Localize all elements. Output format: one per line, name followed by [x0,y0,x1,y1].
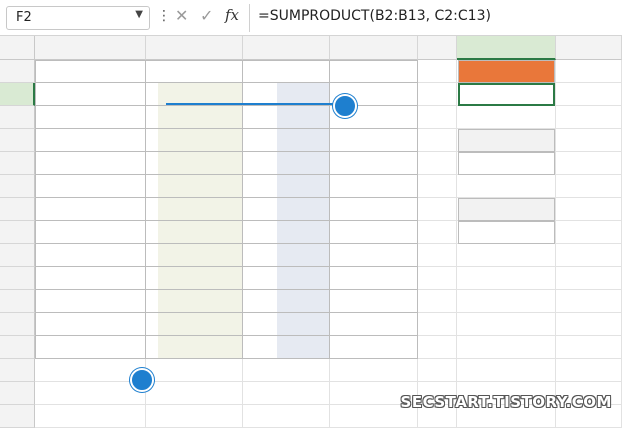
name-box-value: F2 [16,10,32,25]
select-all-corner[interactable] [0,36,35,60]
row-header-9[interactable] [0,244,35,267]
example-label-3[interactable] [458,198,555,221]
table-cell[interactable] [330,336,418,359]
table-cell[interactable] [330,290,418,313]
table-cell[interactable] [146,267,243,290]
table-header-cell[interactable] [330,60,418,83]
gridline [456,60,457,428]
column-header-d[interactable] [330,36,418,60]
table-cell[interactable] [243,313,330,336]
row-header-3[interactable] [0,106,35,129]
enter-icon[interactable]: ✓ [200,6,213,25]
formula-bar: F2 ▼ ⋮ ✕ ✓ fx =SUMPRODUCT(B2:B13, C2:C13… [0,0,622,36]
table-cell[interactable] [35,313,146,336]
row-header-14[interactable] [0,359,35,382]
formula-divider [249,4,250,32]
table-cell[interactable] [330,267,418,290]
row-header-12[interactable] [0,313,35,336]
table-cell[interactable] [35,221,146,244]
row-header-15[interactable] [0,382,35,405]
table-cell[interactable] [330,244,418,267]
row-header-11[interactable] [0,290,35,313]
table-cell[interactable] [35,336,146,359]
table-cell[interactable] [243,152,330,175]
table-cell[interactable] [146,152,243,175]
table-cell[interactable] [146,313,243,336]
table-cell[interactable] [243,198,330,221]
table-cell[interactable] [243,244,330,267]
table-cell[interactable] [146,198,243,221]
example-value-1[interactable] [458,83,555,106]
gridline [35,381,622,382]
table-cell[interactable] [146,221,243,244]
table-cell[interactable] [146,175,243,198]
column-header-f[interactable] [457,36,556,60]
example-label-2[interactable] [458,129,555,152]
example-label-1[interactable] [458,60,555,83]
table-cell[interactable] [35,244,146,267]
example-value-3[interactable] [458,221,555,244]
row-header-7[interactable] [0,198,35,221]
table-cell[interactable] [330,221,418,244]
row-header-2[interactable] [0,83,35,106]
table-cell[interactable] [243,129,330,152]
more-icon[interactable]: ⋮ [157,8,171,24]
table-cell[interactable] [243,336,330,359]
watermark: SECSTART.TISTORY.COM [400,393,612,411]
table-cell[interactable] [330,152,418,175]
table-cell[interactable] [35,129,146,152]
table-cell[interactable] [330,175,418,198]
row-header-8[interactable] [0,221,35,244]
table-cell[interactable] [330,198,418,221]
table-cell[interactable] [146,290,243,313]
gridline [555,60,556,428]
table-cell[interactable] [330,129,418,152]
row-header-6[interactable] [0,175,35,198]
cancel-icon[interactable]: ✕ [175,6,188,25]
row-header-1[interactable] [0,60,35,83]
spreadsheet-grid[interactable] [0,36,622,428]
table-cell[interactable] [243,175,330,198]
table-header-cell[interactable] [146,60,243,83]
column-header-e[interactable] [418,36,457,60]
table-header-cell[interactable] [243,60,330,83]
column-header-a[interactable] [35,36,146,60]
function-icon[interactable]: fx [225,6,239,24]
table-cell[interactable] [146,129,243,152]
table-cell[interactable] [35,290,146,313]
table-cell[interactable] [330,313,418,336]
table-cell[interactable] [243,221,330,244]
table-cell[interactable] [35,175,146,198]
annotation-badge-1 [333,94,357,118]
chevron-down-icon[interactable]: ▼ [135,9,143,20]
table-cell[interactable] [146,336,243,359]
table-cell[interactable] [35,267,146,290]
table-cell[interactable] [35,106,146,129]
table-cell[interactable] [35,83,146,106]
column-header-g[interactable] [556,36,622,60]
annotation-line [166,103,334,105]
row-header-4[interactable] [0,129,35,152]
table-cell[interactable] [146,244,243,267]
row-header-5[interactable] [0,152,35,175]
row-header-13[interactable] [0,336,35,359]
formula-input[interactable]: =SUMPRODUCT(B2:B13, C2:C13) [258,8,491,24]
table-cell[interactable] [243,267,330,290]
example-value-2[interactable] [458,152,555,175]
table-header-cell[interactable] [35,60,146,83]
table-cell[interactable] [243,290,330,313]
table-cell[interactable] [146,106,243,129]
row-header-10[interactable] [0,267,35,290]
name-box[interactable]: F2 ▼ [6,6,150,30]
column-header-c[interactable] [243,36,330,60]
table-cell[interactable] [35,198,146,221]
column-header-b[interactable] [146,36,243,60]
table-cell[interactable] [35,152,146,175]
annotation-badge-2 [130,368,154,392]
table-cell[interactable] [243,106,330,129]
